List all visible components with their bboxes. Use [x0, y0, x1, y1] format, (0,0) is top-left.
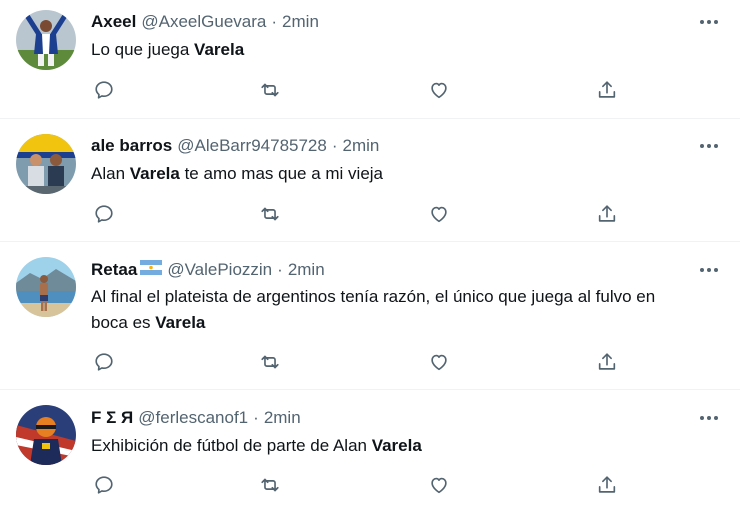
text-line: boca es Varela [91, 310, 721, 336]
reply-icon[interactable] [92, 78, 116, 102]
reply-icon[interactable] [92, 473, 116, 497]
more-dots-icon[interactable] [698, 11, 720, 33]
more-dots-icon[interactable] [698, 407, 720, 429]
share-icon[interactable] [595, 78, 619, 102]
highlight-keyword: Varela [194, 40, 245, 59]
user-handle[interactable]: @ferlescanof1 [138, 407, 248, 429]
display-name[interactable]: F Σ Я [91, 407, 133, 429]
separator-dot: · [271, 12, 278, 31]
text-segment: boca es [91, 313, 156, 332]
tweet[interactable]: F Σ Я @ferlescanof1 · 2min Exhibición de… [0, 390, 740, 509]
display-name[interactable]: Retaa [91, 259, 137, 281]
separator-dot: · [331, 136, 338, 155]
retweet-icon[interactable] [258, 473, 282, 497]
tweet-header: F Σ Я @ferlescanof1 · 2min [91, 407, 301, 429]
like-icon[interactable] [427, 473, 451, 497]
display-name[interactable]: ale barros [91, 135, 172, 157]
tweet-header: ale barros @AleBarr94785728 · 2min [91, 135, 379, 157]
retweet-icon[interactable] [258, 78, 282, 102]
more-dots-icon[interactable] [698, 259, 720, 281]
tweet-text: Al final el plateista de argentinos tení… [91, 284, 721, 336]
tweet-header: Axeel @AxeelGuevara · 2min [91, 11, 319, 33]
avatar[interactable] [16, 405, 76, 465]
more-dots-icon[interactable] [698, 135, 720, 157]
tweet-actions [0, 350, 740, 374]
text-segment: Exhibición de fútbol de parte de Alan [91, 436, 372, 455]
separator-dot: · [277, 260, 283, 279]
tweet-actions [0, 78, 740, 102]
share-icon[interactable] [595, 473, 619, 497]
highlight-keyword: Varela [129, 164, 180, 183]
display-name[interactable]: Axeel [91, 11, 136, 33]
separator-dot: · [253, 408, 259, 427]
tweet-text: Exhibición de fútbol de parte de Alan Va… [91, 433, 721, 459]
tweet[interactable]: Retaa @ValePiozzin · 2min Al final el pl… [0, 242, 740, 390]
timestamp[interactable]: 2min [288, 259, 325, 281]
share-icon[interactable] [595, 350, 619, 374]
user-handle[interactable]: @ValePiozzin [167, 259, 272, 281]
like-icon[interactable] [427, 350, 451, 374]
timestamp[interactable]: 2min [282, 11, 319, 33]
highlight-keyword: Varela [155, 313, 206, 332]
like-icon[interactable] [427, 202, 451, 226]
text-segment: Alan [91, 164, 130, 183]
text-line: Al final el plateista de argentinos tení… [91, 287, 656, 306]
tweet[interactable]: Axeel @AxeelGuevara · 2min Lo que juega … [0, 0, 740, 119]
reply-icon[interactable] [92, 350, 116, 374]
avatar[interactable] [16, 134, 76, 194]
text-segment: Lo que juega [91, 40, 195, 59]
tweet[interactable]: ale barros @AleBarr94785728 · 2min Alan … [0, 119, 740, 242]
share-icon[interactable] [595, 202, 619, 226]
like-icon[interactable] [427, 78, 451, 102]
text-segment: te amo mas que a mi vieja [179, 164, 384, 183]
retweet-icon[interactable] [258, 202, 282, 226]
retweet-icon[interactable] [258, 350, 282, 374]
timestamp[interactable]: 2min [343, 135, 380, 157]
tweet-text: Lo que juega Varela [91, 37, 721, 63]
avatar[interactable] [16, 10, 76, 70]
argentina-flag-icon [140, 259, 163, 281]
reply-icon[interactable] [92, 202, 116, 226]
tweet-actions [0, 202, 740, 226]
avatar[interactable] [16, 257, 76, 317]
tweet-actions [0, 473, 740, 497]
user-handle[interactable]: @AxeelGuevara [141, 11, 266, 33]
highlight-keyword: Varela [371, 436, 422, 455]
timestamp[interactable]: 2min [264, 407, 301, 429]
tweet-text: Alan Varela te amo mas que a mi vieja [91, 161, 721, 187]
tweet-header: Retaa @ValePiozzin · 2min [91, 259, 325, 281]
user-handle[interactable]: @AleBarr94785728 [177, 135, 327, 157]
